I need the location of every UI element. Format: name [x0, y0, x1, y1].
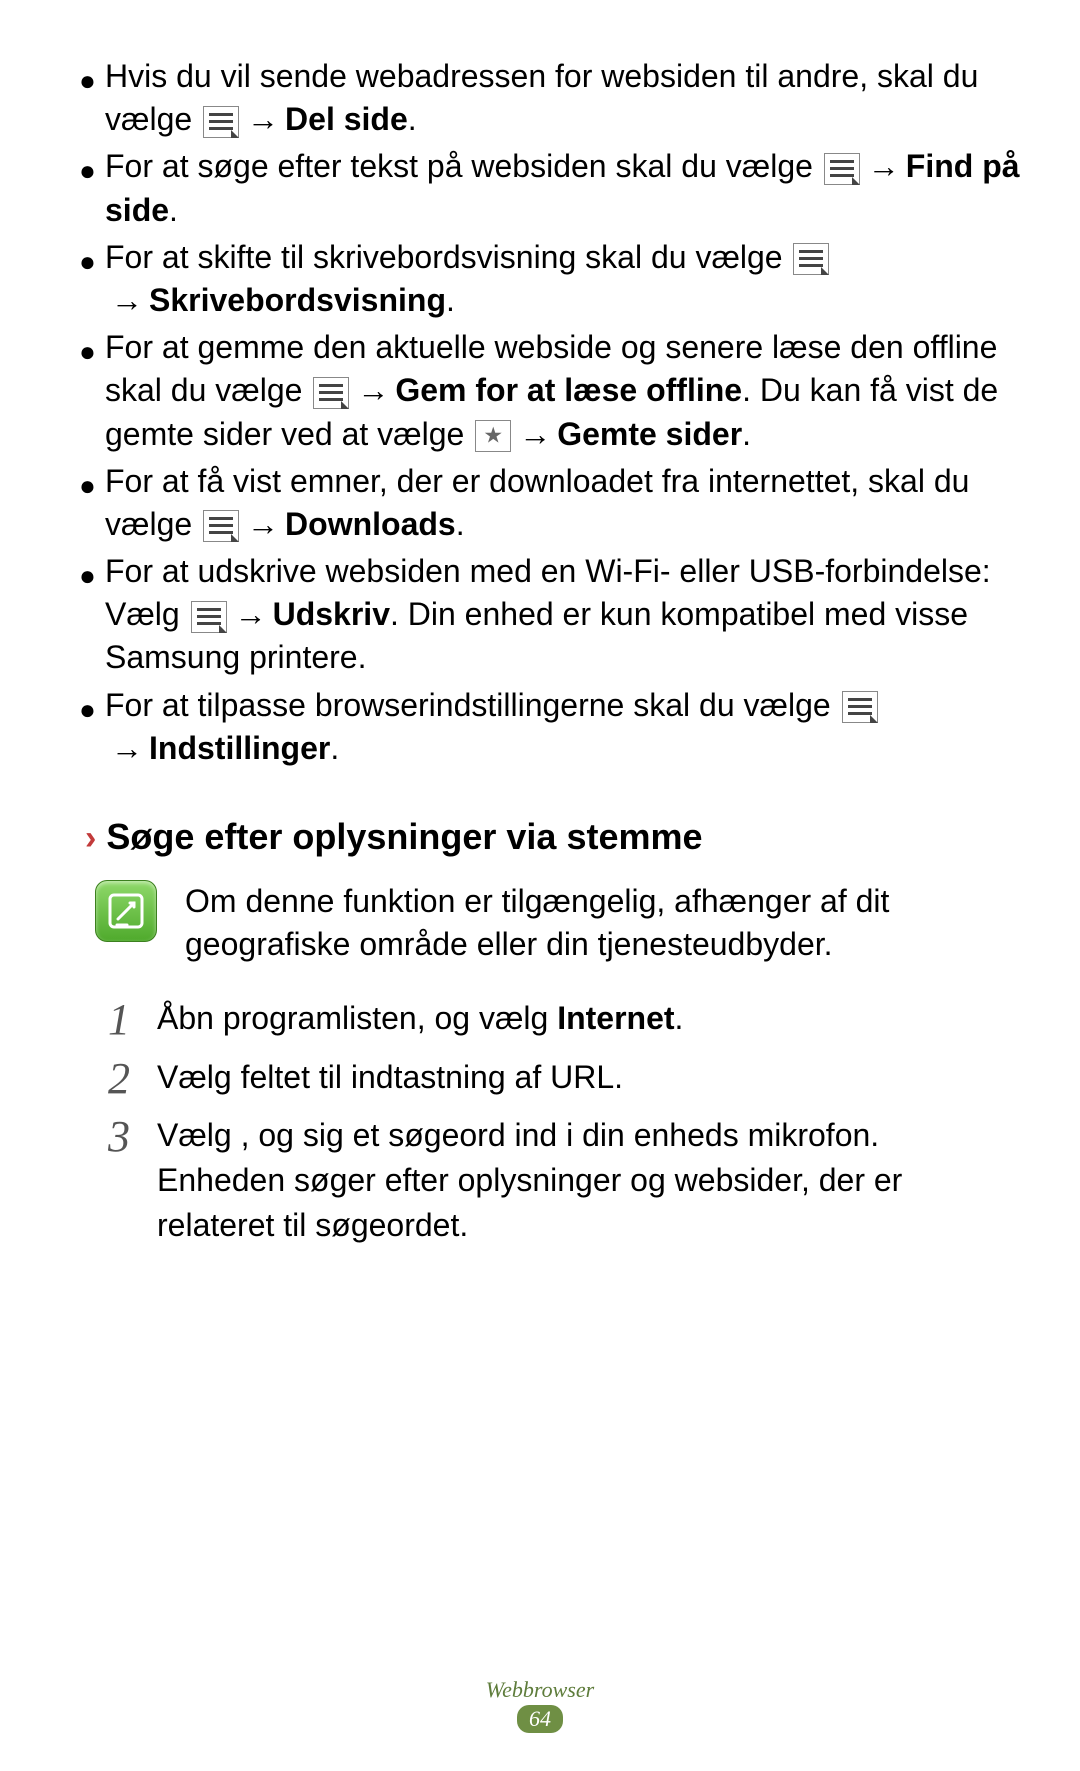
page-number: 64: [517, 1705, 563, 1733]
arrow-icon: →: [111, 282, 143, 318]
section-heading: › Søge efter oplysninger via stemme: [85, 816, 1025, 858]
bullet-dot-icon: ●: [79, 157, 96, 185]
bold-text: Skrivebordsvisning: [149, 282, 446, 318]
step-number: 3: [95, 1113, 143, 1161]
menu-icon: [203, 510, 239, 542]
footer-category: Webbrowser: [0, 1677, 1080, 1703]
bullet-dot-icon: ●: [79, 562, 96, 590]
arrow-icon: →: [868, 148, 900, 184]
note-text: Om denne funktion er tilgængelig, afhæng…: [185, 880, 1025, 966]
menu-icon: [191, 601, 227, 633]
chevron-icon: ›: [85, 819, 96, 858]
arrow-icon: →: [357, 372, 389, 408]
bullet-item: ●For at tilpasse browserindstillingerne …: [85, 684, 1025, 770]
bullet-item: ●For at søge efter tekst på websiden ska…: [85, 145, 1025, 231]
arrow-icon: →: [519, 416, 551, 452]
step-item: 2Vælg feltet til indtastning af URL.: [95, 1055, 1025, 1103]
steps-list: 1Åbn programlisten, og vælg Internet.2Væ…: [95, 996, 1025, 1247]
bullet-item: ●For at gemme den aktuelle webside og se…: [85, 326, 1025, 456]
menu-icon: [824, 153, 860, 185]
bullet-item: ●Hvis du vil sende webadressen for websi…: [85, 55, 1025, 141]
bullet-item: ●For at skifte til skrivebordsvisning sk…: [85, 236, 1025, 322]
bullet-item: ●For at få vist emner, der er downloadet…: [85, 460, 1025, 546]
bold-text: Del side: [285, 101, 408, 137]
step-item: 3Vælg , og sig et søgeord ind i din enhe…: [95, 1113, 1025, 1247]
page-footer: Webbrowser 64: [0, 1677, 1080, 1733]
arrow-icon: →: [235, 596, 267, 632]
arrow-icon: →: [247, 506, 279, 542]
menu-icon: [313, 377, 349, 409]
bullet-list: ●Hvis du vil sende webadressen for websi…: [55, 55, 1025, 770]
bullet-dot-icon: ●: [79, 338, 96, 366]
bullet-item: ●For at udskrive websiden med en Wi-Fi- …: [85, 550, 1025, 680]
note-icon: [95, 880, 157, 942]
section-title: Søge efter oplysninger via stemme: [106, 816, 702, 858]
bold-text: Downloads: [285, 506, 456, 542]
star-box-icon: ★: [475, 420, 511, 452]
bold-text: Udskriv: [273, 596, 390, 632]
step-number: 1: [95, 996, 143, 1044]
arrow-icon: →: [247, 101, 279, 137]
note-block: Om denne funktion er tilgængelig, afhæng…: [95, 880, 1025, 966]
bold-text: Indstillinger: [149, 730, 330, 766]
menu-icon: [203, 106, 239, 138]
bullet-dot-icon: ●: [79, 248, 96, 276]
step-number: 2: [95, 1055, 143, 1103]
step-item: 1Åbn programlisten, og vælg Internet.: [95, 996, 1025, 1044]
document-page: ●Hvis du vil sende webadressen for websi…: [0, 0, 1080, 1771]
menu-icon: [842, 691, 878, 723]
arrow-icon: →: [111, 730, 143, 766]
step-body: Vælg , og sig et søgeord ind i din enhed…: [143, 1113, 1025, 1247]
bullet-dot-icon: ●: [79, 472, 96, 500]
step-body: Åbn programlisten, og vælg Internet.: [143, 996, 713, 1041]
step-body: Vælg feltet til indtastning af URL.: [143, 1055, 653, 1100]
bold-text: Internet: [557, 1000, 674, 1036]
bullet-dot-icon: ●: [79, 696, 96, 724]
bullet-dot-icon: ●: [79, 67, 96, 95]
menu-icon: [793, 243, 829, 275]
bold-text: Gem for at læse offline: [395, 372, 742, 408]
bold-text: Gemte sider: [557, 416, 742, 452]
